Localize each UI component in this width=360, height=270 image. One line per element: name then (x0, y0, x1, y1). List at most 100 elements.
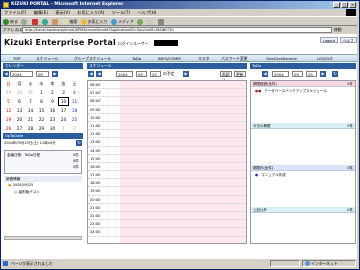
calendar-day[interactable]: 13 (14, 106, 25, 115)
calendar-day[interactable]: 14 (25, 106, 36, 115)
uptodate-refresh-button[interactable]: ↻ (76, 140, 82, 146)
calendar-day[interactable]: 9 (47, 97, 58, 106)
calendar-day[interactable]: 23 (47, 115, 58, 124)
address-input[interactable]: http://kizuki.sandcorp/kmart/KPMServiceS… (22, 27, 332, 33)
calendar-day[interactable]: 29 (36, 124, 47, 133)
refresh-button[interactable] (41, 17, 49, 26)
calendar-day[interactable]: 31 (25, 88, 36, 97)
todo-refresh-button[interactable]: ↻ (332, 71, 338, 77)
schedule-time-slot[interactable]: 08:00 (88, 97, 246, 106)
calendar-day[interactable]: 21 (25, 115, 36, 124)
nav-password[interactable]: パスワード変更 (221, 55, 248, 62)
todo-month-select[interactable]: 09 (292, 71, 303, 77)
schedule-time-slot[interactable]: 19:00 (88, 187, 246, 196)
calendar-day[interactable]: 1 (58, 124, 69, 133)
todo-prev-button[interactable]: ◀ (262, 71, 268, 77)
nav-top[interactable]: TOP (13, 55, 21, 62)
schedule-update-button[interactable]: 更新 (234, 71, 246, 77)
calendar-day[interactable]: 24 (58, 115, 69, 124)
calendar-day[interactable]: 29 (3, 88, 14, 97)
schedule-time-slot[interactable]: 13:00 (88, 138, 246, 147)
calendar-day[interactable]: 15 (36, 106, 47, 115)
nav-group-schedule[interactable]: グループスケジュール (74, 55, 111, 62)
minimize-button[interactable]: _ (333, 2, 340, 8)
todo-overdue-item[interactable]: ●● データベースバックアップスケジュール (255, 89, 327, 94)
calendar-day[interactable]: 19 (3, 115, 14, 124)
calendar-day[interactable]: 4 (69, 88, 80, 97)
calendar-day[interactable]: 2 (47, 88, 58, 97)
calendar-day[interactable]: 30 (47, 124, 58, 133)
calendar-day[interactable]: 17 (58, 106, 69, 115)
schedule-time-slot[interactable]: 07:00 (88, 89, 246, 98)
calendar-day[interactable]: 8 (36, 97, 47, 106)
calendar-day[interactable]: 10 (58, 97, 69, 106)
calendar-day[interactable]: 16 (47, 106, 58, 115)
close-button[interactable]: × (349, 2, 356, 8)
todo-inperiod-item[interactable]: ● マニュアル作成 (255, 173, 286, 178)
schedule-time-slot[interactable]: 09:00 (88, 106, 246, 114)
news-folder[interactable]: ▣ 2004/09/25 (8, 183, 33, 187)
menu-tools[interactable]: ツール(T) (109, 9, 133, 16)
search-button[interactable]: 検索 (62, 17, 77, 26)
calendar-day[interactable]: 5 (3, 97, 14, 106)
calendar-prev-button[interactable]: ◀ (3, 71, 9, 77)
forward-button[interactable] (21, 17, 28, 26)
schedule-month-select[interactable]: 09 (136, 71, 147, 77)
schedule-prev-button[interactable]: ◀ (88, 71, 94, 77)
header-help-button[interactable]: ヘルプ (340, 37, 357, 43)
schedule-time-slot[interactable]: 12:00 (88, 130, 246, 139)
menu-help[interactable]: ヘルプ(H) (134, 9, 159, 16)
calendar-day[interactable]: 26 (3, 124, 14, 133)
calendar-day[interactable]: 2 (69, 124, 80, 133)
calendar-day[interactable]: 25 (69, 115, 80, 124)
calendar-next-button[interactable]: ▶ (52, 71, 58, 77)
calendar-day[interactable]: 11 (69, 97, 80, 106)
menu-view[interactable]: 表示(V) (52, 9, 73, 16)
stop-button[interactable] (31, 17, 39, 26)
menu-favorites[interactable]: お気に入り(A) (74, 9, 107, 16)
calendar-day[interactable]: 28 (25, 124, 36, 133)
schedule-year-select[interactable]: 2004 (116, 71, 133, 77)
schedule-prev-day-button[interactable]: ◀ (96, 71, 102, 77)
history-button[interactable] (136, 17, 144, 26)
nav-info-comm[interactable]: INFO/COMM (158, 55, 181, 62)
calendar-day[interactable]: 12 (3, 106, 14, 115)
menu-file[interactable]: ファイル(F) (1, 9, 29, 16)
home-button[interactable] (52, 17, 59, 26)
todo-next-button[interactable]: ▶ (320, 71, 326, 77)
schedule-time-slot[interactable]: 16:00 (88, 163, 246, 172)
nav-master[interactable]: マスタ (198, 55, 209, 62)
calendar-month-select[interactable]: 09 (36, 71, 49, 77)
todo-day-select[interactable]: 25 (306, 71, 317, 77)
calendar-day[interactable]: 27 (14, 124, 25, 133)
schedule-time-slot[interactable]: 21:00 (88, 204, 246, 212)
news-item[interactable]: ▤ 組別版テスト (14, 190, 40, 195)
print-button[interactable] (157, 17, 165, 26)
favorites-button[interactable]: お気に入り (80, 17, 108, 26)
go-button[interactable]: 移動 (334, 27, 342, 33)
calendar-day[interactable]: 30 (14, 88, 25, 97)
calendar-day[interactable]: 3 (58, 88, 69, 97)
calendar-day[interactable]: 7 (25, 97, 36, 106)
mail-button[interactable] (147, 17, 154, 26)
schedule-time-slot[interactable]: 14:00 (88, 147, 246, 155)
nav-one-click-service[interactable]: OneClickService (266, 55, 297, 62)
calendar-day[interactable]: 18 (69, 106, 80, 115)
todo-year-select[interactable]: 2004 (272, 71, 289, 77)
calendar-day[interactable]: 1 (36, 88, 47, 97)
menu-edit[interactable]: 編集(E) (31, 9, 51, 16)
calendar-day[interactable]: 20 (14, 115, 25, 124)
header-logout-button[interactable]: Logout (320, 37, 338, 43)
nav-logout[interactable]: LOGOUT (317, 55, 333, 62)
media-button[interactable]: メディア (110, 17, 134, 26)
schedule-time-slot[interactable]: 17:00 (88, 171, 246, 180)
schedule-time-slot[interactable]: 23:00 (88, 220, 246, 229)
schedule-time-slot[interactable]: 24:00 (88, 228, 246, 237)
schedule-time-slot[interactable]: 22:00 (88, 212, 246, 221)
schedule-time-slot[interactable]: 18:00 (88, 179, 246, 188)
horizontal-scrollbar[interactable] (4, 236, 82, 240)
schedule-time-slot[interactable]: 15:00 (88, 155, 246, 163)
back-button[interactable]: 戻る (3, 17, 18, 26)
calendar-day[interactable]: 22 (36, 115, 47, 124)
schedule-time-slot[interactable]: 10:00 (88, 114, 246, 122)
